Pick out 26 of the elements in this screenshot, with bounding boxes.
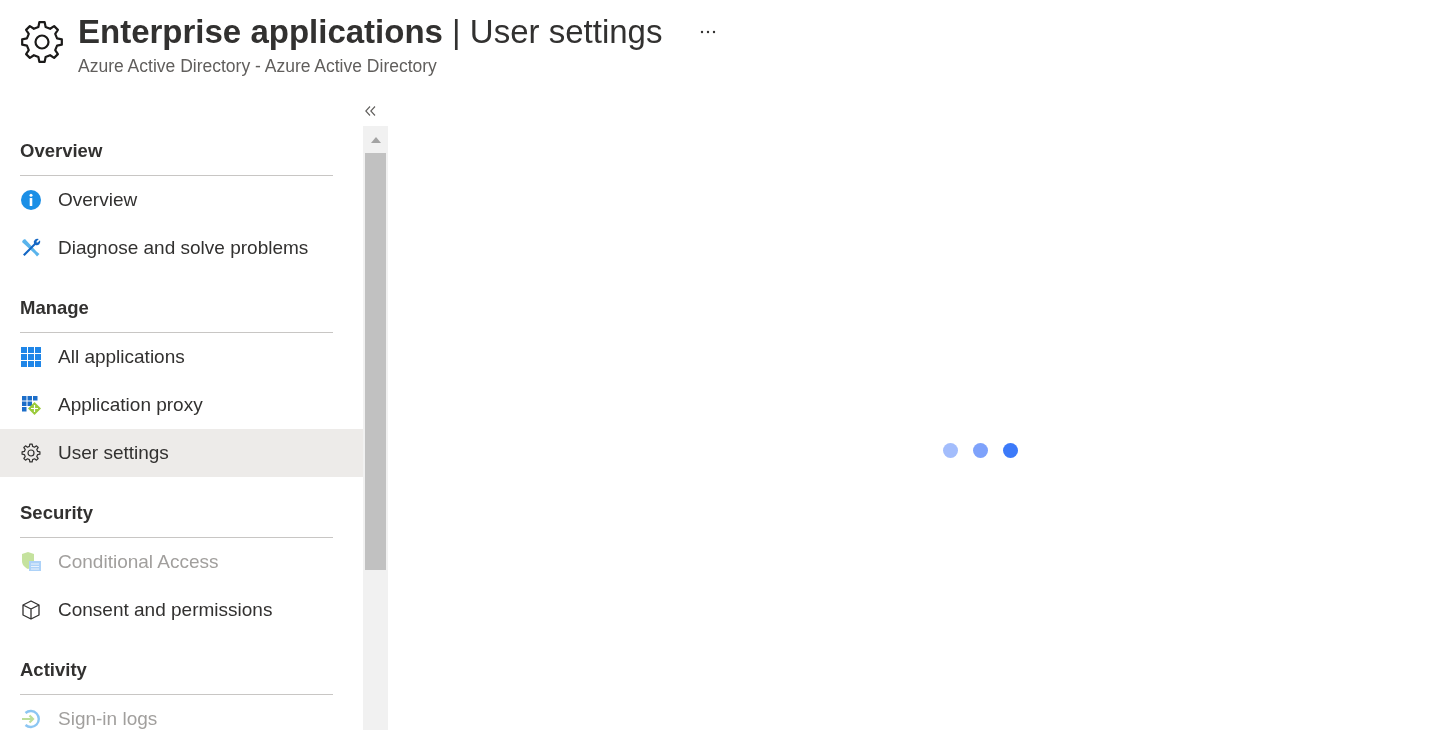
grid-icon [21,347,41,367]
section-heading: Manage [20,297,89,319]
info-icon [21,190,41,210]
sidebar-item[interactable]: Diagnose and solve problems [0,224,363,272]
section-heading: Security [20,502,93,524]
page-title: Enterprise applications | User settings [78,12,663,52]
scroll-up-arrow-icon[interactable] [370,137,381,143]
sidebar-item[interactable]: Consent and permissions [0,586,363,634]
cube-icon [21,600,41,620]
scrollbar-thumb[interactable] [365,153,386,570]
arrow-into-circle-icon [21,709,41,729]
sidebar-item[interactable]: User settings [0,429,363,477]
page-subtitle: Azure Active Directory - Azure Active Directory [78,55,438,77]
section-heading: Overview [20,140,103,162]
sidebar-item[interactable]: Overview [0,176,363,224]
collapse-chevron-icon[interactable] [365,106,376,116]
sidebar-item[interactable]: Application proxy [0,381,363,429]
scrollbar-track[interactable] [363,126,388,730]
gear-icon [21,443,41,463]
more-icon[interactable] [700,30,717,34]
section-heading: Activity [20,659,87,681]
wrench-screwdriver-icon [21,238,41,258]
shield-list-icon [21,552,41,572]
sidebar-item[interactable]: All applications [0,333,363,381]
gear-icon [20,20,64,64]
grid-with-diamond-icon [21,395,41,415]
